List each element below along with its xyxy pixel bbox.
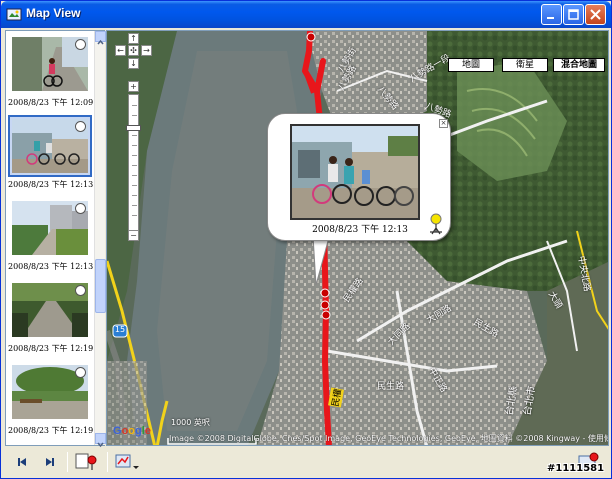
- thumbnail-frame: [10, 363, 90, 421]
- toolbar-separator: [107, 452, 108, 472]
- close-icon: [590, 9, 601, 20]
- zoom-tick: [132, 115, 137, 116]
- bikes-at-shop-photo: [292, 126, 418, 218]
- zoom-slider[interactable]: [128, 94, 139, 232]
- scroll-up-arrow[interactable]: [95, 31, 106, 45]
- bottom-toolbar: [5, 448, 609, 476]
- previous-photo-button[interactable]: [11, 451, 33, 473]
- thumbnail-frame: [8, 115, 92, 177]
- scale-label: 1000 英呎: [171, 418, 210, 427]
- photo-info-popup: 2008/8/23 下午 12:13 ×: [267, 113, 451, 241]
- maximize-button[interactable]: [563, 4, 584, 25]
- zoom-tick: [132, 185, 137, 186]
- street-label: 民生路: [377, 382, 405, 392]
- skip-forward-icon: [46, 458, 54, 466]
- window-title: Map View: [26, 6, 81, 20]
- map-type-map-button[interactable]: 地圖: [448, 58, 494, 72]
- skip-back-icon: [18, 458, 26, 466]
- thumbnail-frame: [10, 281, 90, 339]
- thumbnail-item[interactable]: 2008/8/23 下午 12:19: [8, 279, 94, 361]
- zoom-tick: [132, 175, 137, 176]
- google-logo: Google: [113, 425, 151, 437]
- zoom-tick: [132, 145, 137, 146]
- pan-up-button[interactable]: ↑: [128, 33, 139, 44]
- thumbnail-scrollbar[interactable]: [94, 31, 106, 448]
- thumbnail-list-content: 2008/8/23 下午 12:09 2008/8/23 下午 12:13 20…: [6, 31, 94, 445]
- scroll-down-arrow[interactable]: [95, 433, 106, 448]
- chevron-up-icon: [97, 39, 104, 45]
- track-map-icon: [115, 454, 139, 469]
- watermark-text: #1111581: [547, 463, 605, 474]
- popup-photo[interactable]: [290, 124, 420, 220]
- zoom-out-button[interactable]: −: [128, 230, 139, 241]
- thumbnail-caption: 2008/8/23 下午 12:13: [8, 262, 94, 271]
- zoom-slider-handle[interactable]: [126, 125, 141, 131]
- thumbnail-caption: 2008/8/23 下午 12:09: [8, 98, 94, 107]
- popup-close-button[interactable]: ×: [439, 119, 448, 128]
- maximize-icon: [568, 9, 579, 20]
- next-photo-button[interactable]: [39, 451, 61, 473]
- map-copyright: Image ©2008 DigitalGlobe, Cnes/Spot Imag…: [169, 434, 609, 443]
- gps-tag-icon: [75, 121, 86, 132]
- toolbar-separator: [67, 452, 68, 472]
- gps-tag-icon: [75, 203, 86, 214]
- scroll-thumb[interactable]: [95, 259, 106, 313]
- map-type-hybrid-button[interactable]: 混合地圖: [553, 58, 605, 72]
- thumbnail-item[interactable]: 2008/8/23 下午 12:09: [8, 33, 94, 115]
- globe-app-icon: [6, 8, 22, 21]
- minimize-icon: [547, 17, 554, 19]
- photo-thumbnail-list[interactable]: 2008/8/23 下午 12:09 2008/8/23 下午 12:13 20…: [5, 30, 106, 448]
- zoom-in-button[interactable]: +: [128, 81, 139, 92]
- thumbnail-item-selected[interactable]: 2008/8/23 下午 12:13: [8, 115, 94, 197]
- zoom-tick: [132, 215, 137, 216]
- drag-pin-icon[interactable]: [426, 212, 446, 238]
- thumbnail-caption: 2008/8/23 下午 12:13: [8, 180, 94, 189]
- close-button[interactable]: [585, 4, 606, 25]
- zoom-tick: [132, 135, 137, 136]
- route-number-label: 15: [114, 325, 126, 334]
- map-canvas[interactable]: 八勢街 八勢路 八勢路 八勢路一段 八勢路 民權路 大同路 大同路 民生路 民生…: [106, 30, 609, 446]
- thumbnail-caption: 2008/8/23 下午 12:19: [8, 426, 94, 435]
- pan-reset-button[interactable]: ✣: [128, 45, 139, 56]
- map-view-window: Map View 2008/8/23 下午 12:09 2008/8/23 下午…: [0, 0, 612, 479]
- zoom-tick: [132, 205, 137, 206]
- track-options-dropdown[interactable]: [113, 451, 141, 473]
- minimize-button[interactable]: [541, 4, 562, 25]
- title-bar[interactable]: Map View: [1, 1, 611, 28]
- pan-down-button[interactable]: ↓: [128, 58, 139, 69]
- zoom-tick: [132, 105, 137, 106]
- thumbnail-item[interactable]: 2008/8/23 下午 12:13: [8, 197, 94, 279]
- popup-caption: 2008/8/23 下午 12:13: [312, 225, 408, 235]
- gps-tag-icon: [75, 39, 86, 50]
- zoom-tick: [132, 195, 137, 196]
- geotag-photo-button[interactable]: [73, 451, 101, 473]
- gps-tag-icon: [75, 367, 86, 378]
- pan-right-button[interactable]: →: [141, 45, 152, 56]
- thumbnail-caption: 2008/8/23 下午 12:19: [8, 344, 94, 353]
- photo-pin-icon: [75, 453, 97, 470]
- thumbnail-frame: [10, 35, 90, 93]
- thumbnail-item[interactable]: 2008/8/23 下午 12:19: [8, 361, 94, 443]
- pan-left-button[interactable]: ←: [115, 45, 126, 56]
- map-type-satellite-button[interactable]: 衛星: [502, 58, 548, 72]
- thumbnail-frame: [10, 199, 90, 257]
- zoom-tick: [132, 165, 137, 166]
- gps-tag-icon: [75, 285, 86, 296]
- zoom-tick: [132, 155, 137, 156]
